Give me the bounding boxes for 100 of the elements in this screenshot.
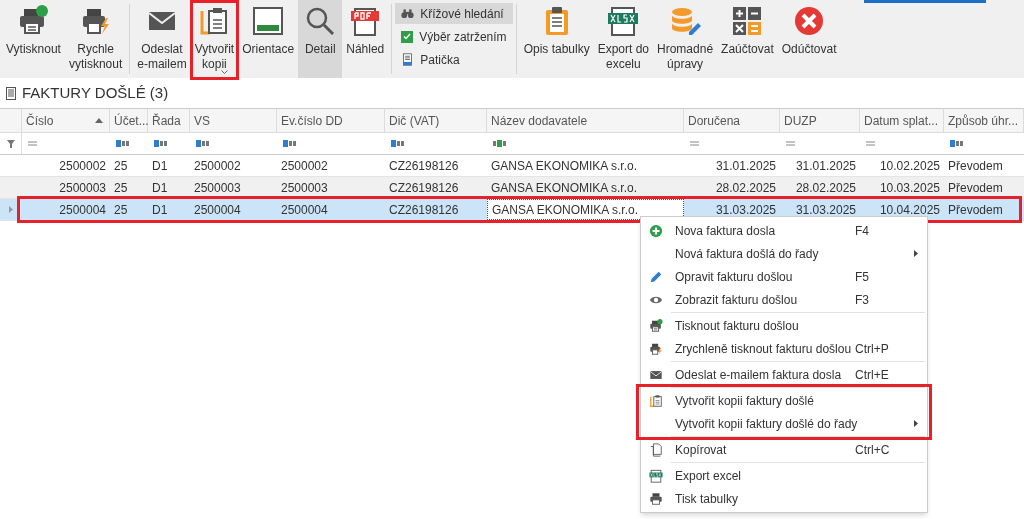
text-filter-icon (391, 140, 405, 147)
table-cell-text: 31.01.2025 (714, 157, 777, 175)
printer-icon (649, 318, 663, 333)
row-indicator-icon (9, 206, 13, 213)
text-filter-icon (196, 140, 210, 147)
column-header[interactable]: Název dodavatele (487, 109, 684, 132)
toolbar-toggle[interactable]: Výběr zatržením (395, 26, 513, 47)
pencil-icon (649, 269, 663, 284)
menu-item[interactable]: Kopírovat Ctrl+C (641, 438, 927, 461)
table-row[interactable]: 2500004 25 D1 2500004 2500004 CZ26198126 GANSA EKONOMIKA s.r.o. 31.03.2025 31.03.2025 10.04.2025 Převodem (0, 199, 1024, 221)
menu-item[interactable]: Vytvořit kopii faktury došlé (641, 389, 927, 412)
toolbar-button[interactable]: Orientace (238, 0, 299, 78)
menu-item[interactable]: Export excel (641, 464, 927, 487)
table-cell-text: 31.03.2025 (794, 201, 857, 219)
column-header[interactable]: Řada (148, 109, 190, 132)
pdf-icon (349, 5, 382, 37)
equals-icon (866, 141, 875, 146)
toolbar-button[interactable]: Export do excelu (593, 0, 654, 78)
column-header[interactable]: Účet... (110, 109, 148, 132)
database-pencil-icon (669, 5, 702, 37)
menu-item[interactable]: Zrychleně tisknout fakturu došlou Ctrl+P (641, 337, 927, 360)
table-cell-text: GANSA EKONOMIKA s.r.o. (490, 179, 639, 197)
toolbar-button[interactable]: Vytvořit kopii (190, 0, 239, 78)
text-filter-icon (154, 140, 168, 147)
submenu-arrow-icon (914, 420, 918, 427)
table-cell-text: 10.04.2025 (878, 201, 941, 219)
table-cell-text: 2500002 (193, 157, 242, 175)
toolbar-button[interactable]: Detail (298, 0, 343, 78)
table-cell-text: 10.02.2025 (878, 157, 941, 175)
menu-item[interactable]: Tisk tabulky (641, 487, 927, 510)
submenu-arrow-icon (914, 250, 918, 257)
toolbar-button[interactable]: Odúčtovat (777, 0, 841, 78)
column-header[interactable]: DUZP (780, 109, 860, 132)
document-icon (6, 86, 16, 100)
text-filter-icon (116, 140, 130, 147)
toolbar-toggle[interactable]: Křížové hledání (395, 3, 513, 24)
plus-circle-icon (649, 223, 663, 238)
table-cell-text: 2500003 (280, 179, 329, 197)
menu-item[interactable]: Nová faktura došlá do řady (641, 242, 927, 265)
toolbar-button[interactable]: Náhled (342, 0, 389, 78)
equals-icon (786, 141, 795, 146)
menu-item[interactable]: Odeslat e-mailem faktura dosla Ctrl+E (641, 363, 927, 386)
table-cell-text: 2500002 (280, 157, 329, 175)
table-cell-text: 31.03.2025 (714, 201, 777, 219)
column-header[interactable]: Dič (VAT) (385, 109, 487, 132)
table-cell-text: 2500004 (193, 201, 242, 219)
column-header[interactable]: Doručena (684, 109, 780, 132)
table-cell-text: Převodem (947, 157, 1004, 175)
menu-item[interactable]: Tisknout fakturu došlou (641, 314, 927, 337)
toolbar-button[interactable]: Odeslat e-mailem (133, 0, 191, 78)
menu-item[interactable]: Opravit fakturu došlou F5 (641, 265, 927, 288)
text-filter-icon (283, 140, 297, 147)
caret-icon (221, 70, 229, 74)
toolbar-button[interactable]: Opis tabulky (519, 0, 594, 78)
printer-bolt-icon (649, 341, 663, 356)
calculator-icon (731, 5, 764, 37)
table-cell-text: 25 (113, 201, 129, 219)
footer-page-icon (401, 53, 415, 66)
xlsx-icon (649, 468, 663, 483)
copy-icon (649, 442, 663, 457)
equals-icon (690, 141, 699, 146)
column-header[interactable]: Způsob úhr... (944, 109, 1024, 132)
menu-item[interactable]: Nova faktura dosla F4 (641, 219, 927, 242)
search-icon (304, 5, 337, 37)
printer-icon (17, 5, 50, 37)
toolbar-toggle[interactable]: Patička (395, 49, 513, 70)
table-cell-text: D1 (151, 179, 169, 197)
table-cell-text: 10.03.2025 (878, 179, 941, 197)
table-row[interactable]: 2500003 25 D1 2500003 2500003 CZ26198126 GANSA EKONOMIKA s.r.o. 28.02.2025 28.02.2025 10.03.2025 Převodem (0, 177, 1024, 199)
toolbar-button[interactable]: Rychle vytisknout (64, 0, 127, 78)
column-header[interactable]: Číslo (22, 109, 110, 132)
menu-item[interactable]: Vytvořit kopii faktury došlé do řady (641, 412, 927, 435)
table-cell-text: 31.01.2025 (794, 157, 857, 175)
close-circle-icon (793, 5, 826, 37)
toolbar-button[interactable]: Zaúčtovat (717, 0, 778, 78)
table-cell-text: 2500003 (193, 179, 242, 197)
menu-item[interactable]: Zobrazit fakturu došlou F3 (641, 288, 927, 311)
toolbar-button[interactable]: Hromadné úpravy (653, 0, 718, 78)
filter-icon (6, 139, 15, 148)
equals-icon (28, 141, 37, 146)
table-cell-text: D1 (151, 157, 169, 175)
table-cell-text: Převodem (947, 201, 1004, 219)
toolbar-button[interactable]: Vytisknout (2, 0, 65, 78)
text-filter-icon (493, 140, 507, 147)
table-cell-text: 2500004 (280, 201, 329, 219)
page-layout-icon (252, 5, 285, 37)
text-filter-icon (950, 140, 964, 147)
table-cell-text: CZ26198126 (388, 201, 460, 219)
column-header[interactable]: Ev.číslo DD (277, 109, 385, 132)
binoculars-icon (401, 7, 415, 20)
table-cell-text: 25 (113, 157, 129, 175)
clipboard-copy-icon (649, 393, 663, 408)
section-title: FAKTURY DOŠLÉ (3) (22, 82, 169, 103)
table-cell-text: 25 (113, 179, 129, 197)
column-header[interactable]: VS (190, 109, 277, 132)
table-cell-text: 28.02.2025 (714, 179, 777, 197)
table-cell-text: 2500002 (58, 157, 107, 175)
column-header[interactable]: Datum splat... (860, 109, 944, 132)
table-cell-text: CZ26198126 (388, 179, 460, 197)
table-cell-text: D1 (151, 201, 169, 219)
